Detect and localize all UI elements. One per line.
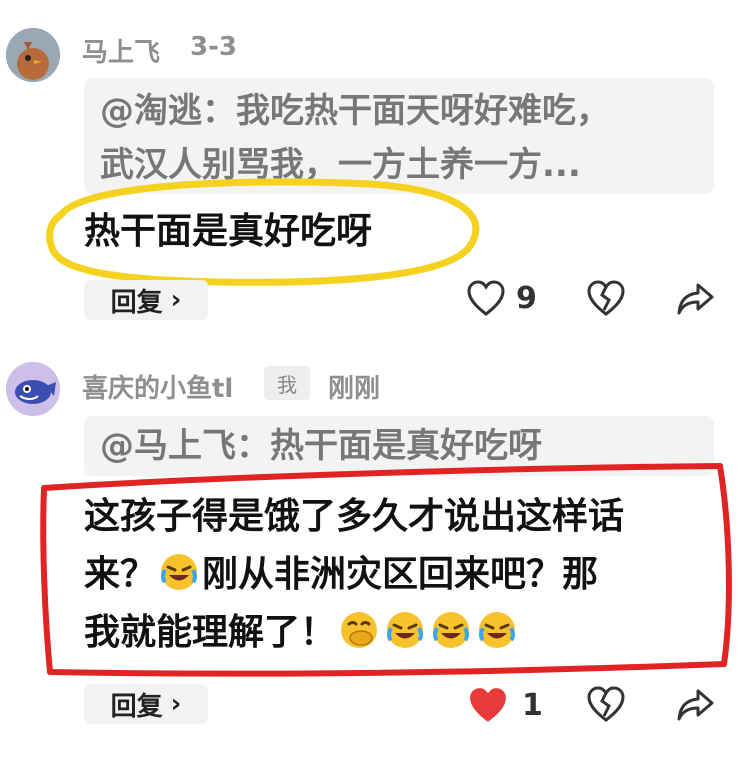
chevron-right-icon: › xyxy=(170,689,182,719)
like-count: 1 xyxy=(522,688,543,723)
avatar-bird-image xyxy=(6,28,60,82)
avatar-fish-image xyxy=(6,362,60,416)
comment-time: 3-3 xyxy=(190,32,237,62)
share-icon[interactable] xyxy=(676,687,716,723)
chevron-right-icon: › xyxy=(170,285,182,315)
broken-heart-icon[interactable] xyxy=(586,280,626,318)
broken-heart-icon[interactable] xyxy=(586,686,626,724)
heart-icon-liked[interactable] xyxy=(466,686,510,726)
avatar[interactable] xyxy=(6,362,60,416)
reply-label: 回复 xyxy=(110,691,163,722)
comment-username[interactable]: 喜庆的小鱼tl xyxy=(82,368,233,405)
highlight-box xyxy=(40,463,732,677)
comment-username[interactable]: 马上飞 xyxy=(82,32,160,69)
me-badge: 我 xyxy=(264,366,310,400)
share-icon[interactable] xyxy=(676,281,716,317)
like-count: 9 xyxy=(516,281,537,316)
reply-button[interactable]: 回复 › xyxy=(84,684,208,724)
avatar[interactable] xyxy=(6,28,60,82)
heart-icon[interactable] xyxy=(466,280,506,318)
reply-button[interactable]: 回复 › xyxy=(84,280,208,320)
highlight-circle xyxy=(46,178,480,286)
comment-time: 刚刚 xyxy=(328,374,381,404)
reply-label: 回复 xyxy=(110,287,163,318)
